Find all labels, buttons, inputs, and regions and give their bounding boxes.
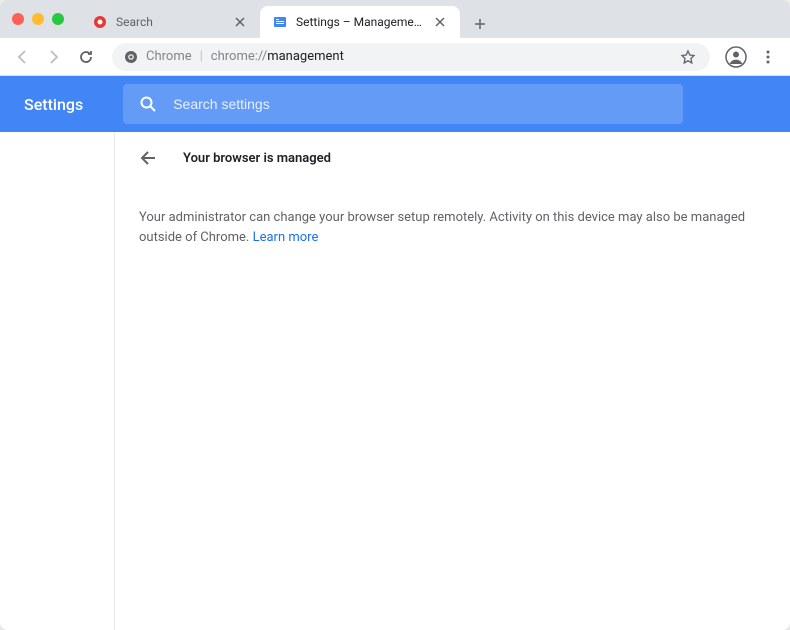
close-tab-icon[interactable]: [232, 14, 248, 30]
kebab-menu-icon[interactable]: [754, 43, 782, 71]
address-scheme-label: Chrome: [146, 49, 192, 64]
forward-button[interactable]: [40, 43, 68, 71]
toolbar: Chrome | chrome://management: [0, 38, 790, 76]
page-title: Your browser is managed: [183, 151, 331, 166]
close-window-button[interactable]: [12, 13, 24, 25]
address-bar[interactable]: Chrome | chrome://management: [112, 43, 710, 71]
new-tab-button[interactable]: [466, 10, 494, 38]
page-header: Your browser is managed: [115, 132, 790, 184]
browser-window: Search Settings – Management: [0, 0, 790, 630]
back-arrow-icon[interactable]: [139, 148, 159, 168]
tab-search[interactable]: Search: [80, 6, 260, 38]
settings-title: Settings: [24, 95, 83, 114]
settings-favicon-icon: [272, 14, 288, 30]
content-area: Settings Your browser is managed Your ad…: [0, 76, 790, 630]
minimize-window-button[interactable]: [32, 13, 44, 25]
settings-sidebar: [0, 132, 115, 630]
maximize-window-button[interactable]: [52, 13, 64, 25]
window-controls: [12, 13, 64, 25]
search-icon: [139, 95, 157, 113]
back-button[interactable]: [8, 43, 36, 71]
management-description: Your administrator can change your brows…: [139, 210, 745, 245]
search-favicon-icon: [92, 14, 108, 30]
bookmark-star-icon[interactable]: [678, 47, 698, 67]
profile-button[interactable]: [722, 43, 750, 71]
learn-more-link[interactable]: Learn more: [253, 230, 319, 245]
chrome-scheme-icon: [124, 50, 138, 64]
address-separator: |: [200, 49, 203, 64]
tab-title: Settings – Management: [296, 15, 424, 29]
tab-title: Search: [116, 15, 224, 29]
settings-search-box[interactable]: [123, 84, 683, 124]
reload-button[interactable]: [72, 43, 100, 71]
settings-search-input[interactable]: [173, 96, 667, 112]
tab-settings-management[interactable]: Settings – Management: [260, 6, 460, 38]
settings-header: Settings: [0, 76, 790, 132]
page-content: Your administrator can change your brows…: [115, 184, 790, 271]
tab-strip: Search Settings – Management: [80, 0, 778, 38]
address-url: chrome://management: [211, 49, 344, 64]
settings-main: Your browser is managed Your administrat…: [115, 132, 790, 630]
close-tab-icon[interactable]: [432, 14, 448, 30]
settings-body: Your browser is managed Your administrat…: [0, 132, 790, 630]
titlebar: Search Settings – Management: [0, 0, 790, 38]
